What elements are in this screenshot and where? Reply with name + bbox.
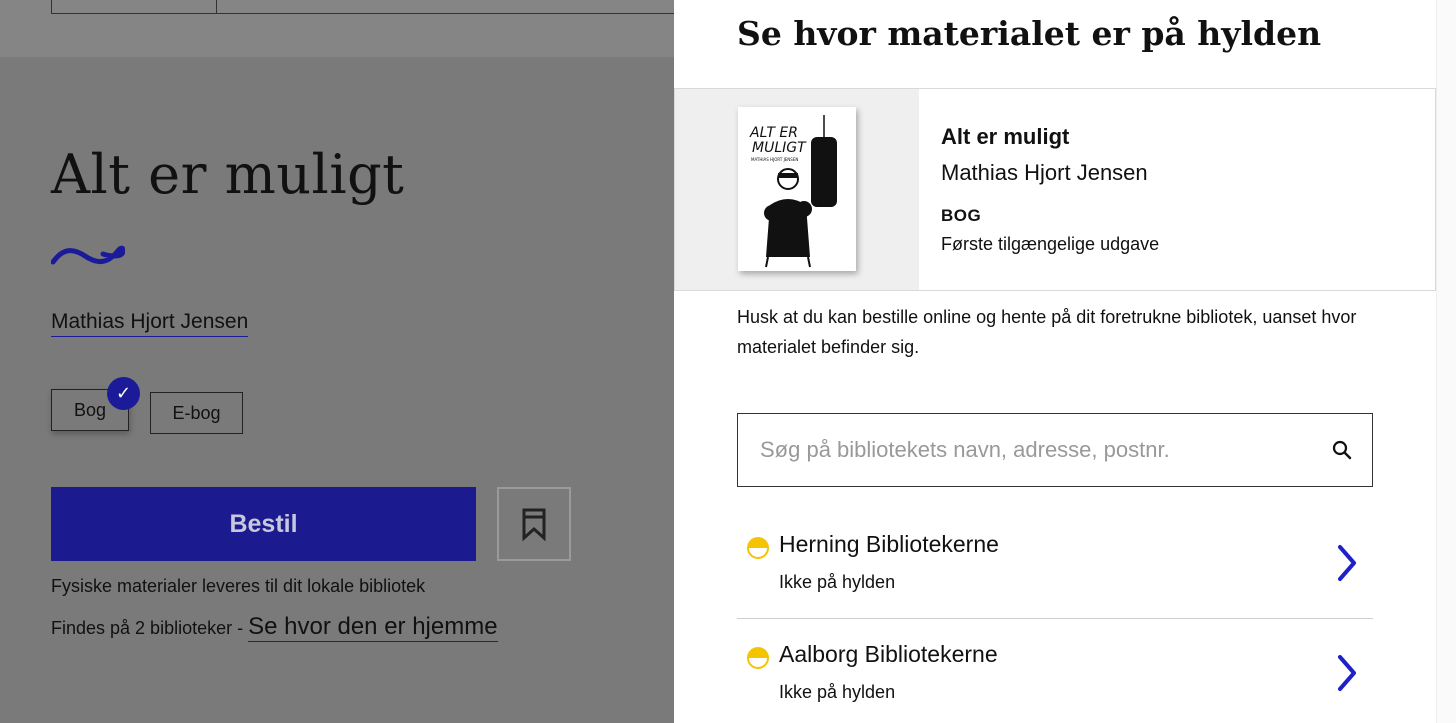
availability-text: Findes på 2 biblioteker - <box>51 618 249 638</box>
library-status: Ikke på hylden <box>779 682 896 702</box>
library-status: Ikke på hylden <box>779 572 896 592</box>
order-button[interactable]: Bestil <box>51 487 476 561</box>
material-author: Mathias Hjort Jensen <box>941 160 1148 185</box>
status-half-icon <box>747 537 769 559</box>
chevron-right-icon[interactable] <box>1335 543 1359 583</box>
check-icon: ✓ <box>107 377 140 410</box>
format-ebog-button[interactable]: E-bog <box>150 392 243 434</box>
delivery-note: Fysiske materialer leveres til dit lokal… <box>51 576 426 596</box>
author-link[interactable]: Mathias Hjort Jensen <box>51 310 249 337</box>
availability-line: Findes på 2 biblioteker - Se hvor den er… <box>51 613 498 642</box>
library-item[interactable]: Herning Bibliotekerne Ikke på hylden <box>737 509 1373 619</box>
cover-title-2: MULIGT <box>752 140 807 156</box>
bookmark-icon <box>522 508 546 541</box>
status-half-icon <box>747 647 769 669</box>
material-type: BOG <box>941 206 982 225</box>
bookmark-button[interactable] <box>497 487 571 561</box>
library-search-input[interactable] <box>738 414 1312 486</box>
squiggle-icon <box>51 245 125 265</box>
book-cover-image: ALT ER MULIGT MATHIAS HJORT JENSEN <box>738 107 856 271</box>
chevron-right-icon[interactable] <box>1335 653 1359 693</box>
see-locations-link[interactable]: Se hvor den er hjemme <box>248 613 498 642</box>
library-name: Aalborg Bibliotekerne <box>779 641 998 667</box>
material-title: Alt er muligt <box>941 124 1070 149</box>
format-label: Bog <box>73 399 107 420</box>
cover-area: ALT ER MULIGT MATHIAS HJORT JENSEN <box>675 89 919 290</box>
cover-title-1: ALT ER <box>749 125 798 141</box>
header-divider <box>216 0 217 14</box>
panel-title: Se hvor materialet er på hylden <box>737 14 1322 53</box>
panel-scrollbar[interactable] <box>1436 0 1456 723</box>
order-hint: Husk at du kan bestille online og hente … <box>737 307 1357 357</box>
library-item[interactable]: Aalborg Bibliotekerne Ikke på hylden <box>737 619 1373 723</box>
material-card: ALT ER MULIGT MATHIAS HJORT JENSEN Alt e… <box>674 88 1436 291</box>
format-label: E-bog <box>172 402 221 423</box>
material-info: Alt er muligt Mathias Hjort Jensen BOG F… <box>941 124 1159 255</box>
library-name: Herning Bibliotekerne <box>779 531 999 557</box>
material-edition: Første tilgængelige udgave <box>941 234 1160 254</box>
work-title: Alt er muligt <box>51 143 405 206</box>
library-search <box>737 413 1373 487</box>
header-search-box[interactable] <box>51 0 771 14</box>
search-icon[interactable] <box>1312 414 1372 486</box>
availability-panel: Se hvor materialet er på hylden ALT ER M… <box>674 0 1456 723</box>
cover-author: MATHIAS HJORT JENSEN <box>751 157 798 162</box>
